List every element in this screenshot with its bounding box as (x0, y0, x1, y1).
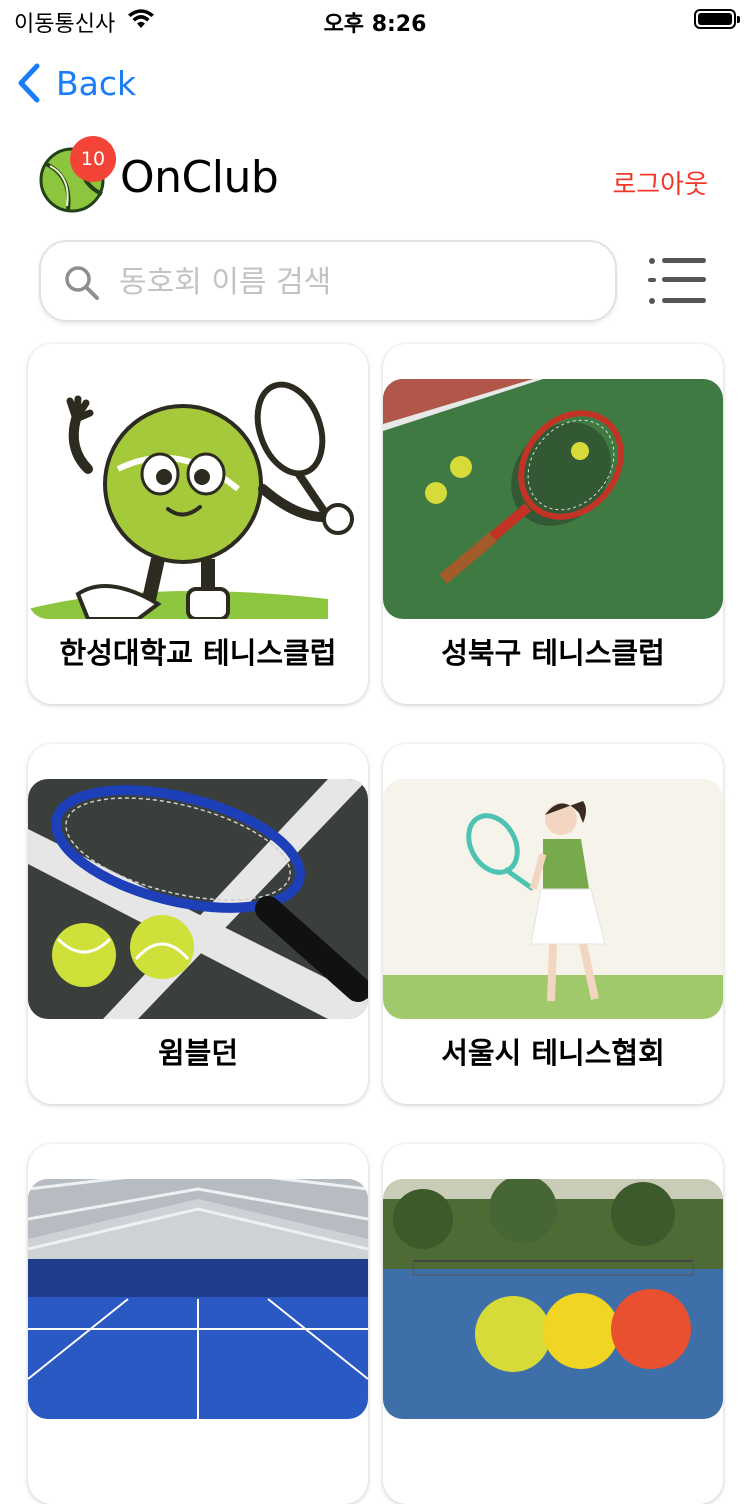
list-icon (648, 258, 706, 304)
club-image (383, 1179, 723, 1419)
club-card[interactable]: 성북구 테니스클럽 (383, 344, 723, 704)
club-name: 한성대학교 테니스클럽 (59, 636, 337, 670)
back-button[interactable]: Back (16, 62, 136, 104)
club-name: 성북구 테니스클럽 (441, 636, 665, 670)
list-menu-button[interactable] (646, 254, 708, 312)
app-title: OnClub (120, 152, 279, 203)
clock: 오후 8:26 (323, 12, 427, 37)
club-card[interactable] (383, 1144, 723, 1504)
club-image (383, 779, 723, 1019)
club-card[interactable]: 윔블던 (28, 744, 368, 1104)
back-label: Back (56, 63, 137, 103)
notification-badge: 10 (70, 136, 116, 182)
club-card[interactable] (28, 1144, 368, 1504)
club-card[interactable]: 서울시 테니스협회 (383, 744, 723, 1104)
club-card[interactable]: 한성대학교 테니스클럽 (28, 344, 368, 704)
search-icon (65, 266, 99, 300)
status-bar: 이동통신사 오후 8:26 (0, 0, 750, 40)
battery-icon (694, 9, 740, 29)
search-bar[interactable] (39, 240, 617, 322)
club-name: 서울시 테니스협회 (441, 1036, 665, 1070)
logout-button[interactable]: 로그아웃 (612, 164, 708, 201)
club-name: 윔블던 (157, 1036, 239, 1070)
club-image (28, 379, 368, 619)
chevron-left-icon (18, 63, 40, 103)
club-image (28, 1179, 368, 1419)
club-image (28, 779, 368, 1019)
search-input[interactable] (117, 256, 601, 308)
club-image (383, 379, 723, 619)
